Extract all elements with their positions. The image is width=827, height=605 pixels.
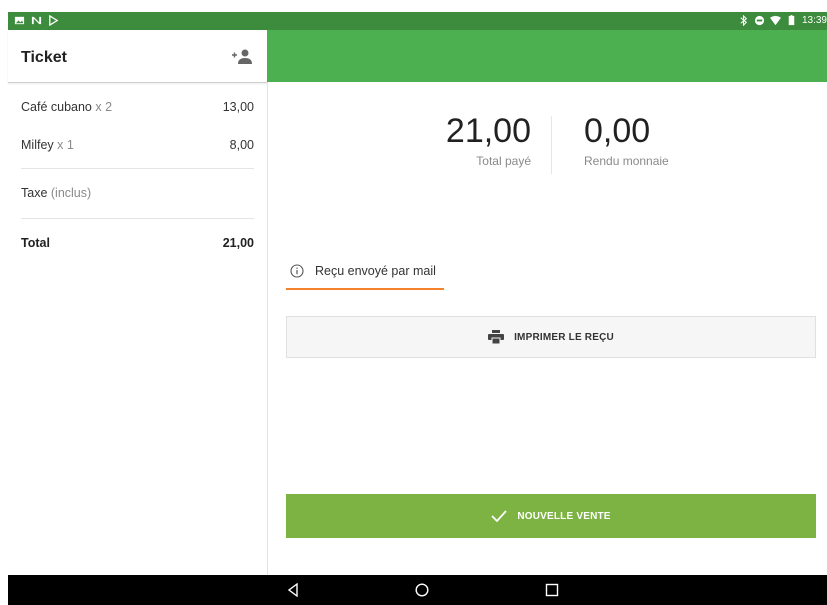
change-value: 0,00 bbox=[584, 112, 651, 150]
change-label: Rendu monnaie bbox=[584, 154, 669, 168]
top-bar bbox=[267, 30, 827, 82]
info-icon bbox=[290, 264, 304, 278]
print-receipt-label: IMPRIMER LE REÇU bbox=[514, 331, 614, 343]
new-sale-label: NOUVELLE VENTE bbox=[517, 510, 611, 522]
check-icon bbox=[491, 510, 507, 522]
tax-row: Taxe (inclus) bbox=[21, 186, 254, 200]
total-label: Total bbox=[21, 236, 50, 250]
receipt-mail-status[interactable]: Reçu envoyé par mail bbox=[286, 262, 444, 290]
printer-icon bbox=[488, 330, 505, 344]
item-qty: x 1 bbox=[57, 138, 74, 152]
recents-icon[interactable] bbox=[545, 583, 559, 597]
divider bbox=[21, 168, 254, 169]
new-sale-button[interactable]: NOUVELLE VENTE bbox=[286, 494, 816, 538]
receipt-mail-underline bbox=[286, 288, 444, 290]
total-paid-value: 21,00 bbox=[445, 112, 531, 150]
item-amount: 13,00 bbox=[222, 100, 254, 114]
total-paid-label: Total payé bbox=[476, 154, 531, 168]
ticket-header: Ticket bbox=[8, 30, 267, 83]
print-receipt-button[interactable]: IMPRIMER LE REÇU bbox=[286, 316, 816, 358]
item-amount: 8,00 bbox=[229, 138, 254, 152]
back-icon[interactable] bbox=[286, 583, 300, 597]
wifi-icon bbox=[769, 15, 781, 26]
ticket-panel: Ticket Café cubano x 2 13,00 Milfey x 1 … bbox=[8, 30, 268, 575]
play-store-icon bbox=[49, 15, 59, 26]
home-icon[interactable] bbox=[415, 583, 429, 597]
ticket-title: Ticket bbox=[21, 49, 67, 66]
amounts-separator bbox=[551, 116, 552, 174]
item-qty: x 2 bbox=[95, 100, 113, 114]
n-icon bbox=[31, 16, 42, 25]
battery-icon bbox=[788, 15, 795, 26]
tax-note: (inclus) bbox=[50, 186, 92, 200]
tax-label: Taxe bbox=[21, 186, 48, 200]
total-row: Total 21,00 bbox=[21, 236, 254, 250]
receipt-mail-label: Reçu envoyé par mail bbox=[315, 264, 436, 278]
status-bar: 13:39 bbox=[8, 12, 827, 30]
status-time: 13:39 bbox=[801, 15, 827, 26]
item-name: Café cubano bbox=[21, 100, 92, 114]
do-not-disturb-icon bbox=[754, 15, 765, 26]
divider bbox=[21, 218, 254, 219]
add-customer-icon[interactable] bbox=[231, 48, 253, 66]
item-name: Milfey bbox=[21, 138, 54, 152]
ticket-item[interactable]: Café cubano x 2 13,00 bbox=[21, 100, 254, 114]
image-icon bbox=[14, 16, 25, 25]
total-paid: 21,00 Total payé bbox=[429, 112, 531, 168]
total-amount: 21,00 bbox=[222, 236, 254, 250]
payment-summary: 21,00 Total payé 0,00 Rendu monnaie bbox=[267, 82, 827, 202]
change-due: 0,00 Rendu monnaie bbox=[584, 112, 669, 168]
navigation-bar bbox=[8, 575, 827, 605]
screen-edge bbox=[0, 0, 8, 605]
ticket-item[interactable]: Milfey x 1 8,00 bbox=[21, 138, 254, 152]
bluetooth-icon bbox=[740, 15, 748, 26]
